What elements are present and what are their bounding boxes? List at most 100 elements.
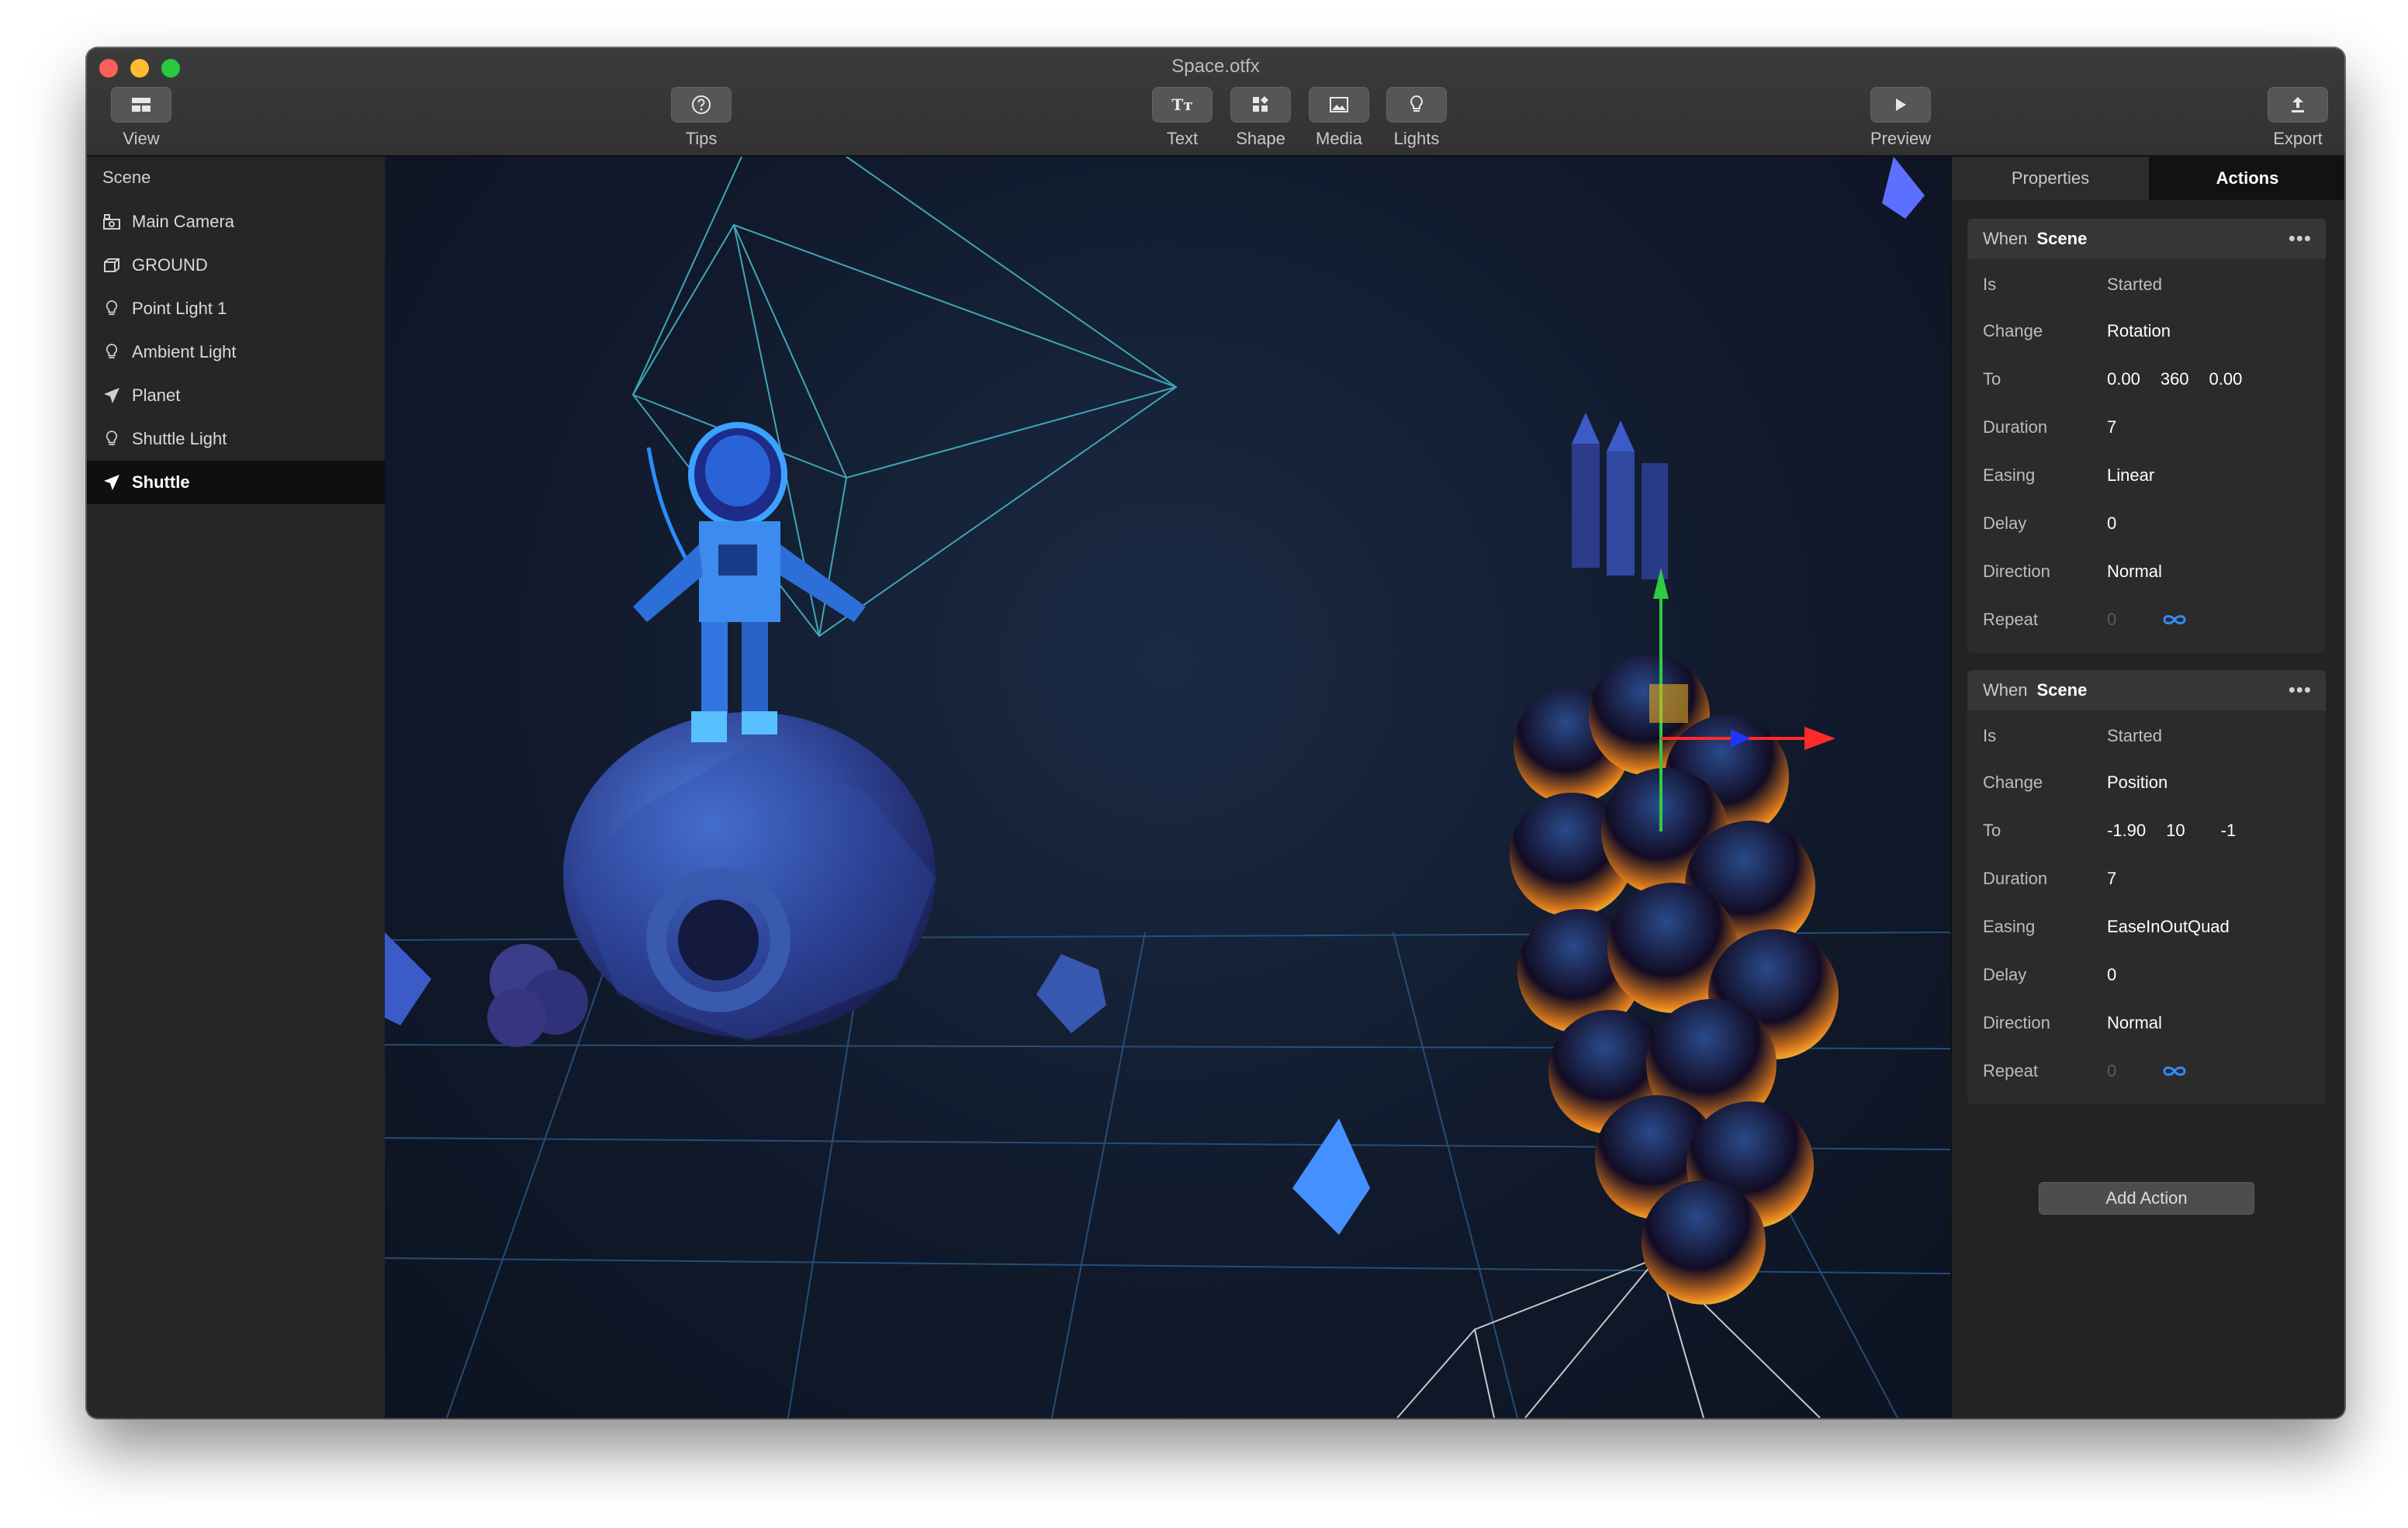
cube-icon (102, 256, 121, 275)
change-value[interactable]: Rotation (2107, 321, 2171, 341)
sidebar-item-shuttle-light[interactable]: Shuttle Light (87, 417, 385, 461)
toolbar-view[interactable]: View (102, 87, 180, 149)
action-delay-row[interactable]: Delay 0 (1983, 513, 2316, 534)
duration-label: Duration (1983, 869, 2048, 888)
duration-value[interactable]: 7 (2107, 417, 2116, 437)
view-button[interactable] (111, 87, 171, 123)
easing-label: Easing (1983, 465, 2036, 485)
action-to-row: To 0.00 360 0.00 (1983, 369, 2316, 389)
is-value[interactable]: Started (2107, 726, 2162, 746)
sidebar-item-label: Planet (132, 385, 181, 405)
planet-model (563, 712, 936, 1041)
sidebar-item-point-light-1[interactable]: Point Light 1 (87, 287, 385, 330)
to-x-field[interactable]: -1.90 (2107, 821, 2146, 841)
action-trigger[interactable]: When Scene ••• (1967, 670, 2326, 710)
wireframe-pyramid (1396, 1257, 1821, 1418)
easing-value[interactable]: EaseInOutQuad (2107, 917, 2230, 937)
toolbar-lights[interactable]: Lights (1378, 87, 1455, 149)
scene-viewport[interactable] (385, 157, 1950, 1418)
scene-sidebar: Scene Main Camera GROUND Point Light 1 A… (87, 157, 385, 1418)
change-value[interactable]: Position (2107, 773, 2168, 793)
action-is-row[interactable]: Is Started (1983, 726, 2316, 746)
sidebar-item-shuttle[interactable]: Shuttle (87, 461, 385, 504)
crystal-gem (1036, 954, 1106, 1033)
media-label: Media (1316, 129, 1362, 148)
action-duration-row[interactable]: Duration 7 (1983, 869, 2316, 889)
when-value[interactable]: Scene (2036, 680, 2087, 700)
direction-value[interactable]: Normal (2107, 1013, 2162, 1033)
text-button[interactable]: Tт (1152, 87, 1213, 123)
shape-button[interactable] (1230, 87, 1291, 123)
repeat-value[interactable]: 0 (2107, 1061, 2161, 1081)
toolbar-tips[interactable]: Tips (663, 87, 740, 149)
view-label: View (123, 129, 160, 148)
action-delay-row[interactable]: Delay 0 (1983, 965, 2316, 985)
action-repeat-row[interactable]: Repeat 0 (1983, 610, 2316, 630)
to-z-field[interactable]: -1 (2221, 821, 2237, 841)
sidebar-item-main-camera[interactable]: Main Camera (87, 200, 385, 244)
more-options-icon[interactable]: ••• (2289, 678, 2312, 702)
when-label: When (1983, 680, 2028, 700)
duration-value[interactable]: 7 (2107, 869, 2116, 889)
sidebar-item-planet[interactable]: Planet (87, 374, 385, 417)
text-label: Text (1166, 129, 1199, 148)
tips-button[interactable] (671, 87, 732, 123)
rocket-model (1572, 413, 1668, 579)
direction-label: Direction (1983, 1013, 2050, 1032)
sidebar-item-ambient-light[interactable]: Ambient Light (87, 330, 385, 374)
action-direction-row[interactable]: Direction Normal (1983, 1013, 2316, 1033)
action-direction-row[interactable]: Direction Normal (1983, 562, 2316, 582)
lightbulb-icon (1410, 95, 1423, 112)
when-label: When (1983, 229, 2028, 248)
toolbar-media[interactable]: Media (1300, 87, 1378, 149)
action-easing-row[interactable]: Easing Linear (1983, 465, 2316, 486)
more-options-icon[interactable]: ••• (2289, 226, 2312, 251)
toolbar-text[interactable]: Tт Text (1143, 87, 1221, 149)
delay-value[interactable]: 0 (2107, 513, 2116, 534)
toolbar-shape[interactable]: Shape (1222, 87, 1299, 149)
export-button[interactable] (2268, 87, 2328, 123)
to-y-field[interactable]: 360 (2161, 369, 2189, 389)
tab-properties[interactable]: Properties (1952, 157, 2149, 200)
when-value[interactable]: Scene (2036, 229, 2087, 249)
titlebar: Space.otfx View Tips Tт Text Shape Media… (87, 48, 2344, 157)
easing-value[interactable]: Linear (2107, 465, 2154, 486)
play-icon (1896, 99, 1906, 111)
paper-plane-icon (102, 386, 121, 405)
toolbar-preview[interactable]: Preview (1862, 87, 1939, 149)
app-window: Space.otfx View Tips Tт Text Shape Media… (87, 48, 2344, 1418)
add-action-button[interactable]: Add Action (2039, 1182, 2254, 1215)
to-y-field[interactable]: 10 (2166, 821, 2185, 841)
repeat-label: Repeat (1983, 610, 2038, 629)
infinity-icon[interactable] (2161, 613, 2188, 627)
scene-header: Scene (102, 168, 151, 187)
action-trigger[interactable]: When Scene ••• (1967, 219, 2326, 259)
action-change-row[interactable]: Change Position (1983, 773, 2316, 793)
tips-label: Tips (685, 129, 718, 148)
delay-label: Delay (1983, 513, 2027, 533)
export-label: Export (2273, 129, 2323, 148)
action-repeat-row[interactable]: Repeat 0 (1983, 1061, 2316, 1081)
to-x-field[interactable]: 0.00 (2107, 369, 2140, 389)
action-duration-row[interactable]: Duration 7 (1983, 417, 2316, 437)
is-value[interactable]: Started (2107, 275, 2162, 295)
action-change-row[interactable]: Change Rotation (1983, 321, 2316, 341)
sidebar-item-ground[interactable]: GROUND (87, 244, 385, 287)
inspector-panel: Properties Actions When Scene ••• Is Sta… (1950, 157, 2344, 1418)
media-button[interactable] (1309, 87, 1369, 123)
delay-value[interactable]: 0 (2107, 965, 2116, 985)
to-z-field[interactable]: 0.00 (2209, 369, 2243, 389)
crystal-top (1882, 157, 1925, 219)
lights-label: Lights (1393, 129, 1440, 148)
action-is-row[interactable]: Is Started (1983, 275, 2316, 295)
tab-actions[interactable]: Actions (2149, 157, 2344, 200)
action-easing-row[interactable]: Easing EaseInOutQuad (1983, 917, 2316, 937)
change-label: Change (1983, 773, 2043, 792)
preview-button[interactable] (1870, 87, 1931, 123)
repeat-value[interactable]: 0 (2107, 610, 2161, 630)
lights-button[interactable] (1386, 87, 1447, 123)
to-label: To (1983, 369, 2001, 389)
toolbar-export[interactable]: Export (2259, 87, 2337, 149)
direction-value[interactable]: Normal (2107, 562, 2162, 582)
infinity-icon[interactable] (2161, 1064, 2188, 1078)
